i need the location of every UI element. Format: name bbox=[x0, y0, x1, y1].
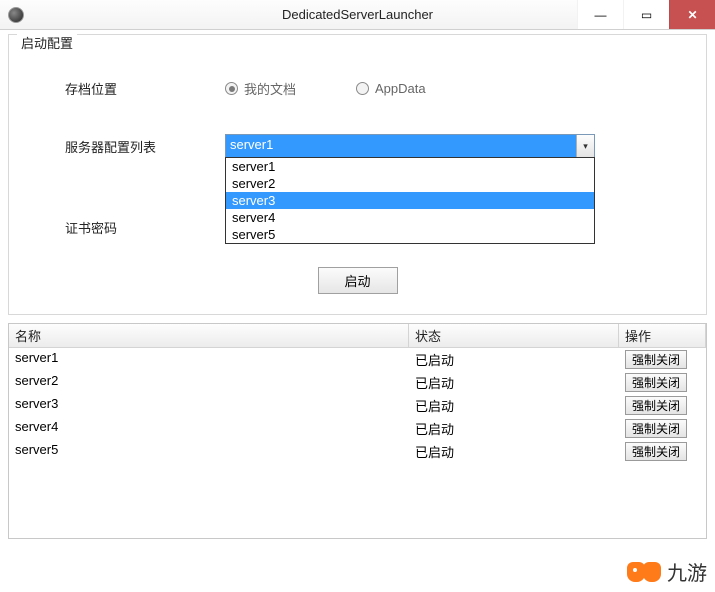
group-legend: 启动配置 bbox=[17, 33, 77, 52]
cell-status: 已启动 bbox=[409, 394, 619, 417]
server-dropdown[interactable]: server1server2server3server4server5 bbox=[225, 157, 595, 244]
radio-appdata[interactable]: AppData bbox=[356, 81, 426, 96]
jiuyou-icon bbox=[627, 558, 661, 586]
force-close-button[interactable]: 强制关闭 bbox=[625, 350, 687, 369]
radio-mydocs-label: 我的文档 bbox=[244, 79, 296, 98]
cert-pwd-label: 证书密码 bbox=[25, 218, 225, 237]
table-row[interactable]: server4已启动强制关闭 bbox=[9, 417, 706, 440]
cell-name: server3 bbox=[9, 394, 409, 417]
cell-op: 强制关闭 bbox=[619, 394, 706, 417]
cell-name: server2 bbox=[9, 371, 409, 394]
combobox-value: server1 bbox=[226, 135, 576, 157]
cell-op: 强制关闭 bbox=[619, 440, 706, 463]
radio-appdata-label: AppData bbox=[375, 81, 426, 96]
chevron-down-icon[interactable]: ▾ bbox=[576, 135, 594, 157]
server-grid: 名称 状态 操作 server1已启动强制关闭server2已启动强制关闭ser… bbox=[8, 323, 707, 539]
server-list-label: 服务器配置列表 bbox=[25, 137, 225, 156]
cell-op: 强制关闭 bbox=[619, 417, 706, 440]
dropdown-item[interactable]: server4 bbox=[226, 209, 594, 226]
radio-icon bbox=[356, 82, 369, 95]
cell-status: 已启动 bbox=[409, 417, 619, 440]
table-row[interactable]: server1已启动强制关闭 bbox=[9, 348, 706, 371]
radio-icon bbox=[225, 82, 238, 95]
cell-status: 已启动 bbox=[409, 371, 619, 394]
cell-name: server4 bbox=[9, 417, 409, 440]
close-button[interactable]: ✕ bbox=[669, 0, 715, 29]
cell-name: server1 bbox=[9, 348, 409, 371]
col-header-status[interactable]: 状态 bbox=[409, 324, 619, 348]
col-header-op[interactable]: 操作 bbox=[619, 324, 706, 348]
launch-config-group: 启动配置 存档位置 我的文档 AppData 服务器配置列表 server1 ▾… bbox=[8, 34, 707, 315]
watermark: 九游 bbox=[627, 557, 707, 586]
launch-button[interactable]: 启动 bbox=[318, 267, 398, 294]
table-row[interactable]: server5已启动强制关闭 bbox=[9, 440, 706, 463]
app-icon bbox=[8, 7, 24, 23]
force-close-button[interactable]: 强制关闭 bbox=[625, 419, 687, 438]
cell-op: 强制关闭 bbox=[619, 348, 706, 371]
cell-op: 强制关闭 bbox=[619, 371, 706, 394]
table-row[interactable]: server3已启动强制关闭 bbox=[9, 394, 706, 417]
dropdown-item[interactable]: server1 bbox=[226, 158, 594, 175]
dropdown-item[interactable]: server5 bbox=[226, 226, 594, 243]
table-row[interactable]: server2已启动强制关闭 bbox=[9, 371, 706, 394]
server-list-row: 服务器配置列表 server1 ▾ server1server2server3s… bbox=[25, 134, 690, 158]
titlebar: DedicatedServerLauncher — ▭ ✕ bbox=[0, 0, 715, 30]
maximize-button[interactable]: ▭ bbox=[623, 0, 669, 29]
grid-header: 名称 状态 操作 bbox=[9, 324, 706, 348]
col-header-name[interactable]: 名称 bbox=[9, 324, 409, 348]
force-close-button[interactable]: 强制关闭 bbox=[625, 373, 687, 392]
cell-name: server5 bbox=[9, 440, 409, 463]
cell-status: 已启动 bbox=[409, 440, 619, 463]
save-location-label: 存档位置 bbox=[25, 79, 225, 98]
minimize-button[interactable]: — bbox=[577, 0, 623, 29]
save-location-row: 存档位置 我的文档 AppData bbox=[25, 79, 690, 98]
force-close-button[interactable]: 强制关闭 bbox=[625, 396, 687, 415]
dropdown-item[interactable]: server3 bbox=[226, 192, 594, 209]
server-combobox[interactable]: server1 ▾ bbox=[225, 134, 595, 158]
watermark-text: 九游 bbox=[667, 557, 707, 586]
force-close-button[interactable]: 强制关闭 bbox=[625, 442, 687, 461]
radio-mydocs[interactable]: 我的文档 bbox=[225, 79, 296, 98]
window-buttons: — ▭ ✕ bbox=[577, 0, 715, 29]
launch-row: 启动 bbox=[25, 267, 690, 294]
dropdown-item[interactable]: server2 bbox=[226, 175, 594, 192]
cell-status: 已启动 bbox=[409, 348, 619, 371]
